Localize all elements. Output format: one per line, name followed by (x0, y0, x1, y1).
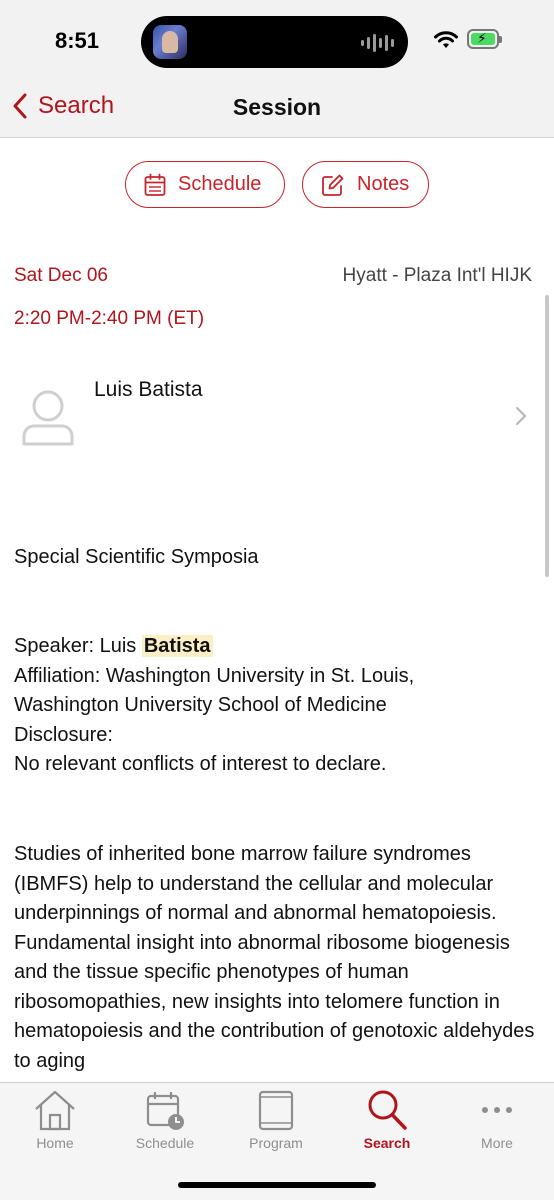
schedule-button-label: Schedule (178, 173, 262, 195)
tab-home[interactable]: Home (0, 1087, 110, 1153)
session-details: Speaker: Luis Batista Affiliation: Washi… (14, 632, 534, 780)
more-icon (482, 1107, 512, 1113)
calendar-icon (144, 173, 166, 196)
tab-label: Program (249, 1135, 303, 1151)
session-date: Sat Dec 06 (14, 265, 108, 286)
tab-search[interactable]: Search (332, 1087, 442, 1153)
affiliation-line-2: Washington University School of Medicine (14, 694, 387, 716)
chevron-right-icon (516, 407, 526, 425)
tab-program[interactable]: Program (221, 1087, 331, 1153)
search-icon (368, 1090, 407, 1130)
now-playing-thumbnail (153, 25, 187, 59)
tab-label: Home (36, 1135, 74, 1151)
avatar-placeholder-icon (22, 390, 74, 446)
affiliation-line-1: Affiliation: Washington University in St… (14, 664, 415, 687)
home-icon (35, 1090, 75, 1131)
book-icon (258, 1090, 294, 1131)
tab-more[interactable]: More (442, 1087, 552, 1153)
speaker-prefix: Speaker: Luis (14, 635, 142, 657)
notes-button-label: Notes (357, 173, 410, 195)
disclosure-label: Disclosure: (14, 723, 113, 746)
status-bar: 8:51 ⚡ (0, 0, 554, 80)
add-to-schedule-button[interactable]: Schedule (125, 161, 285, 208)
page-title: Session (232, 94, 322, 120)
speaker-name: Luis Batista (94, 378, 203, 401)
tab-label: Search (363, 1135, 411, 1151)
speaker-line: Speaker: Luis Batista (14, 632, 534, 662)
navigation-bar: Search Session (0, 80, 554, 138)
status-time: 8:51 (55, 28, 100, 53)
search-highlight: Batista (141, 635, 213, 657)
battery-icon: ⚡ (467, 29, 502, 49)
audio-waveform-icon (361, 33, 394, 53)
calendar-clock-icon (146, 1092, 184, 1130)
session-track: Special Scientific Symposia (14, 546, 259, 568)
session-abstract: Studies of inherited bone marrow failure… (14, 843, 535, 1072)
tab-label: Schedule (135, 1135, 195, 1151)
tab-label: More (481, 1135, 513, 1151)
wifi-icon (434, 31, 458, 48)
speaker-row[interactable]: Luis Batista (0, 360, 554, 470)
tab-schedule[interactable]: Schedule (110, 1087, 220, 1153)
dynamic-island[interactable] (141, 16, 408, 68)
session-location: Hyatt - Plaza Int'l HIJK (342, 265, 532, 286)
session-time: 2:20 PM-2:40 PM (ET) (14, 308, 205, 329)
home-indicator (178, 1182, 376, 1188)
edit-note-icon (322, 174, 344, 196)
disclosure-value: No relevant conflicts of interest to dec… (14, 753, 387, 775)
notes-button[interactable]: Notes (302, 161, 429, 208)
